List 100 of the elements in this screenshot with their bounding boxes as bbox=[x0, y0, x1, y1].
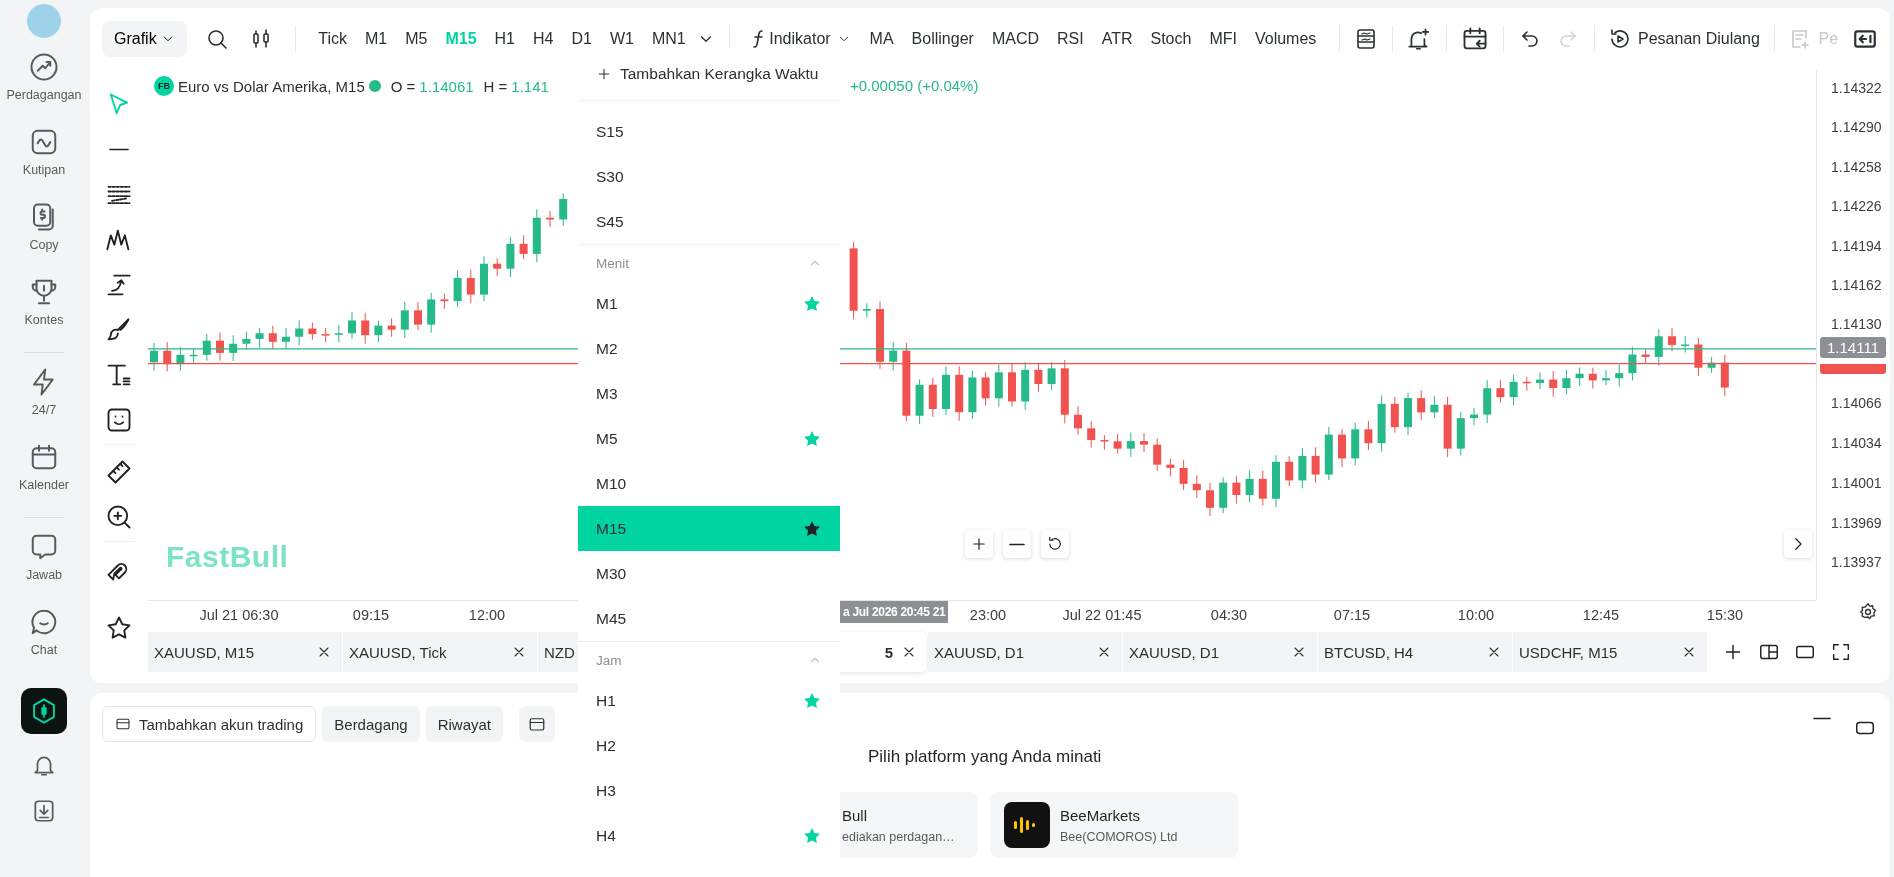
price-change: +0.00050 (+0.04%) bbox=[850, 77, 979, 94]
add-timeframe-button[interactable]: Tambahkan Kerangka Waktu bbox=[578, 48, 840, 101]
timeframe-tab[interactable]: W1 bbox=[600, 30, 643, 48]
time-label: 09:15 bbox=[352, 607, 390, 623]
repeat-order-button[interactable]: Pesanan Diulang bbox=[1608, 27, 1760, 51]
horizontal-line-icon[interactable] bbox=[107, 148, 131, 151]
platform-company: Bee(COMOROS) Ltd bbox=[1060, 829, 1178, 844]
high-label: H = bbox=[483, 77, 508, 95]
avatar[interactable] bbox=[27, 4, 61, 38]
add-account-button[interactable]: Tambahkan akun trading bbox=[102, 706, 317, 742]
timeframe-option[interactable]: M1 bbox=[578, 281, 840, 326]
timeframe-tab[interactable]: D1 bbox=[562, 30, 601, 48]
sidebar-label[interactable]: Kontes bbox=[24, 313, 64, 327]
function-icon bbox=[753, 30, 764, 48]
sidebar-label[interactable]: Kalender bbox=[18, 478, 69, 492]
chart-logo: FastBull bbox=[166, 540, 289, 574]
settings-icon bbox=[1858, 602, 1878, 622]
indicator-button[interactable]: MFI bbox=[1200, 30, 1246, 48]
trophy-icon bbox=[29, 277, 59, 307]
timeframe-option[interactable]: H1 bbox=[578, 678, 840, 723]
timeframe-option[interactable]: M3 bbox=[578, 371, 840, 416]
calendar-plus-icon bbox=[528, 715, 547, 733]
symbol-badge: FB bbox=[154, 76, 174, 96]
panel-tab[interactable]: Riwayat bbox=[425, 706, 504, 742]
price-label: 1.14226 bbox=[1831, 198, 1882, 215]
price-label: 1.14322 bbox=[1831, 80, 1882, 96]
indicator-button[interactable]: RSI bbox=[1048, 30, 1093, 48]
time-label: Jul 21 06:30 bbox=[199, 607, 279, 623]
sidebar-label[interactable]: Chat bbox=[30, 643, 58, 657]
sidebar-label[interactable]: 24/7 bbox=[31, 403, 57, 417]
minimize-icon[interactable] bbox=[1812, 717, 1832, 720]
trend-up-icon bbox=[29, 52, 59, 82]
calendar-icon bbox=[29, 442, 59, 472]
indicator-button[interactable]: MACD bbox=[982, 30, 1048, 48]
time-label: 07:15 bbox=[1333, 607, 1371, 623]
sidebar-label[interactable]: Kutipan bbox=[22, 163, 66, 177]
price-label: 1.13969 bbox=[1831, 514, 1882, 531]
section-heading: Jam bbox=[596, 652, 622, 668]
panel-tab[interactable]: Berdagang bbox=[322, 706, 420, 742]
price-label: 1.14034 bbox=[1831, 434, 1882, 451]
reset-icon bbox=[1046, 535, 1064, 553]
sidebar-label[interactable]: Perdagangan bbox=[6, 88, 82, 102]
download-icon bbox=[31, 798, 57, 824]
price-label: 1.13937 bbox=[1831, 554, 1882, 571]
symbol-tab[interactable]: XAUUSD, D1 bbox=[1123, 632, 1317, 672]
chart-title: Euro vs Dolar Amerika, M15 bbox=[178, 77, 365, 95]
symbol-tab[interactable]: XAUUSD, M15 bbox=[148, 632, 342, 672]
platform-card[interactable]: BeeMarkets Bee(COMOROS) Ltd bbox=[990, 792, 1238, 858]
timeframe-tab[interactable]: Tick bbox=[309, 30, 356, 48]
sidebar-label[interactable]: Jawab bbox=[25, 568, 63, 582]
indicator-button[interactable]: Volumes bbox=[1245, 30, 1326, 48]
timeframe-option[interactable]: M10 bbox=[578, 461, 840, 506]
indicator-button[interactable]: MA bbox=[860, 30, 903, 48]
time-label: 23:00 bbox=[969, 607, 1007, 623]
reset-button[interactable] bbox=[1041, 530, 1069, 558]
time-label: 12:00 bbox=[468, 607, 506, 623]
timeframe-option[interactable]: H2 bbox=[578, 723, 840, 768]
current-price-label: 1.14111 bbox=[1820, 336, 1886, 358]
timeframe-tab[interactable]: M1 bbox=[355, 30, 397, 48]
timeframe-option[interactable]: M2 bbox=[578, 326, 840, 371]
high-value: 1.141 bbox=[511, 77, 549, 95]
timeframe-tab[interactable]: H4 bbox=[524, 30, 563, 48]
price-label: 1.14290 bbox=[1831, 119, 1882, 136]
indicator-button[interactable]: Bollinger bbox=[902, 30, 983, 48]
timeframe-option[interactable]: S30 bbox=[578, 154, 840, 199]
timeframe-option[interactable]: M30 bbox=[578, 551, 840, 596]
timeframe-tab[interactable]: M5 bbox=[396, 30, 437, 48]
symbol-tab[interactable]: USDCHF, M15 bbox=[1513, 632, 1707, 672]
time-label: 04:30 bbox=[1210, 607, 1248, 623]
platform-heading: Pilih platform yang Anda minati bbox=[868, 747, 1102, 767]
zoom-in-button[interactable] bbox=[965, 530, 993, 558]
indicator-button[interactable]: ATR bbox=[1092, 30, 1142, 48]
time-label: 10:00 bbox=[1457, 607, 1495, 623]
chart-menu-button[interactable]: Grafik bbox=[102, 21, 187, 57]
symbol-tab[interactable]: BTCUSD, H4 bbox=[1318, 632, 1512, 672]
indicator-menu-button[interactable]: Indikator bbox=[743, 30, 861, 48]
plus-icon bbox=[596, 66, 612, 82]
price-label: 1.14001 bbox=[1831, 475, 1882, 492]
app-launcher-button[interactable] bbox=[21, 688, 67, 734]
timeframe-option[interactable]: M15 bbox=[578, 506, 840, 551]
symbol-tab[interactable]: XAUUSD, Tick bbox=[343, 632, 537, 672]
plus-icon bbox=[970, 535, 988, 553]
timeframe-option[interactable]: M5 bbox=[578, 416, 840, 461]
timeframe-tab[interactable]: H1 bbox=[485, 30, 524, 48]
timeframe-option[interactable]: S15 bbox=[578, 109, 840, 154]
time-label: 12:45 bbox=[1582, 607, 1620, 623]
price-label: 1.14258 bbox=[1831, 158, 1882, 175]
zoom-out-button[interactable] bbox=[1003, 530, 1031, 558]
scroll-right-button[interactable] bbox=[1784, 530, 1812, 558]
symbol-tab[interactable]: XAUUSD, D1 bbox=[928, 632, 1122, 672]
platform-name: Bull bbox=[842, 806, 868, 824]
price-label: 1.14162 bbox=[1831, 277, 1882, 293]
platform-company: ediakan perdagan… bbox=[842, 829, 955, 844]
price-label: 1.14130 bbox=[1831, 316, 1882, 333]
price-label: 1.14194 bbox=[1831, 237, 1882, 254]
sidebar-label[interactable]: Copy bbox=[29, 238, 59, 252]
timeframe-tab[interactable]: MN1 bbox=[642, 30, 695, 48]
timeframe-option[interactable]: M45 bbox=[578, 596, 840, 641]
indicator-button[interactable]: Stoch bbox=[1141, 30, 1201, 48]
timeframe-option[interactable]: S45 bbox=[578, 199, 840, 244]
